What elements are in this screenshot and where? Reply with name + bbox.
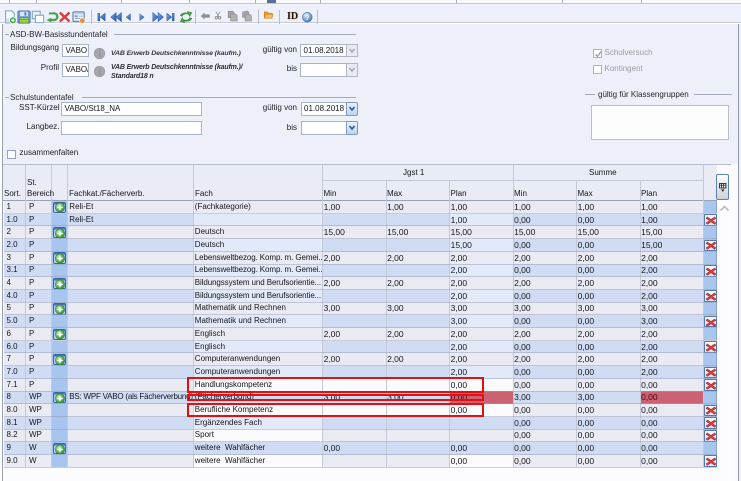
svg-text:?: ?: [305, 12, 310, 21]
